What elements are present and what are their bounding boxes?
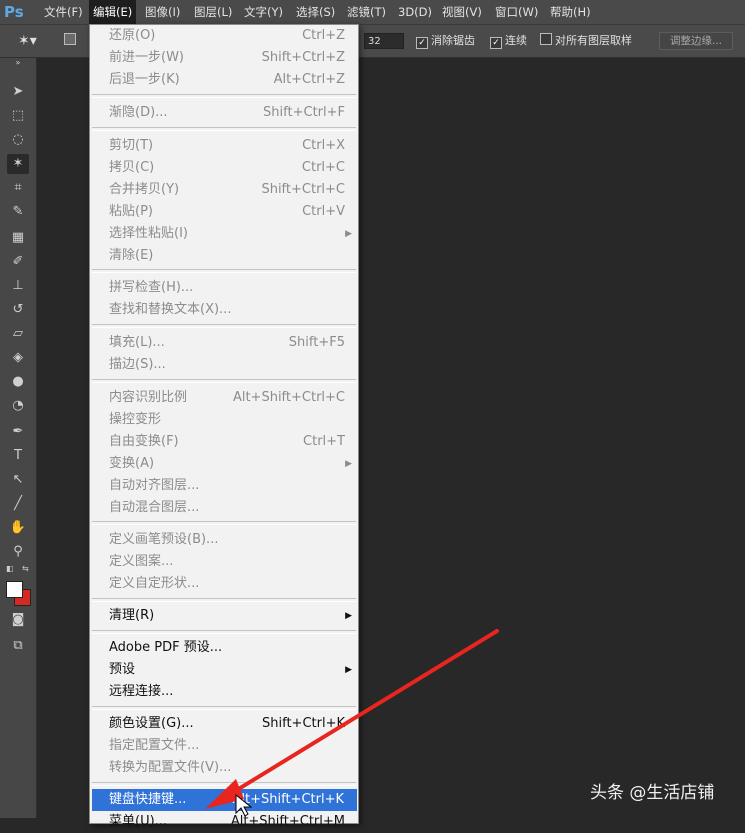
annotation-arrow (205, 629, 499, 817)
watermark: 头条 @生活店铺 (590, 783, 715, 803)
